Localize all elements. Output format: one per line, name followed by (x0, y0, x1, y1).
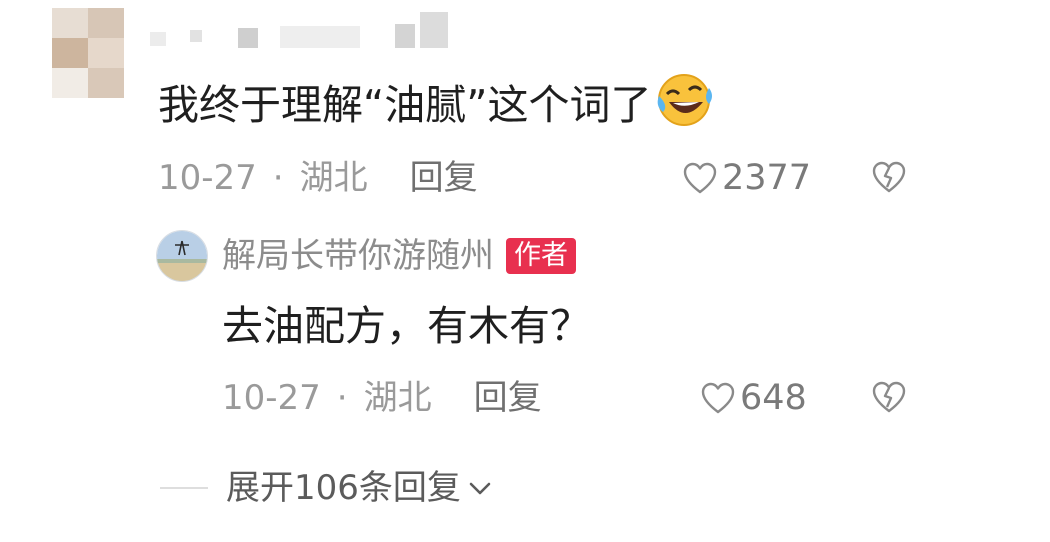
author-avatar[interactable] (156, 230, 208, 282)
heart-icon (683, 162, 717, 194)
avatar[interactable] (52, 8, 124, 98)
reply-dislike-button[interactable] (872, 380, 906, 418)
reply-meta: 10-27 · 湖北 回复 (222, 378, 542, 418)
rolling-on-floor-laughing-emoji (653, 72, 715, 144)
comment-date: 10-27 (158, 158, 257, 198)
expand-replies-button[interactable]: 展开106条回复 (160, 466, 493, 510)
author-name[interactable]: 解局长带你游随州 (222, 234, 494, 278)
comment-text: 我终于理解“油腻”这个词了 (158, 72, 715, 144)
reply-button[interactable]: 回复 (410, 158, 478, 198)
chevron-down-icon (469, 482, 491, 495)
comment-meta: 10-27 · 湖北 回复 (158, 158, 478, 198)
heart-icon (701, 382, 735, 414)
comment-location: 湖北 (299, 158, 368, 198)
expand-replies-label: 展开106条回复 (226, 468, 461, 508)
divider (160, 487, 208, 489)
author-badge: 作者 (506, 238, 576, 274)
like-button[interactable]: 2377 (682, 158, 811, 198)
reply-like-button[interactable]: 648 (700, 378, 807, 418)
like-count: 2377 (722, 158, 812, 198)
reply-date: 10-27 (222, 378, 321, 418)
broken-heart-icon (872, 161, 906, 193)
reply-text: 去油配方，有木有？ (222, 302, 591, 350)
reply-like-count: 648 (740, 378, 807, 418)
username[interactable] (150, 12, 470, 52)
author-name-row: 解局长带你游随州 作者 (222, 234, 576, 278)
reply-to-reply-button[interactable]: 回复 (474, 378, 542, 418)
dislike-button[interactable] (872, 160, 906, 198)
broken-heart-icon (872, 381, 906, 413)
reply-location: 湖北 (363, 378, 432, 418)
